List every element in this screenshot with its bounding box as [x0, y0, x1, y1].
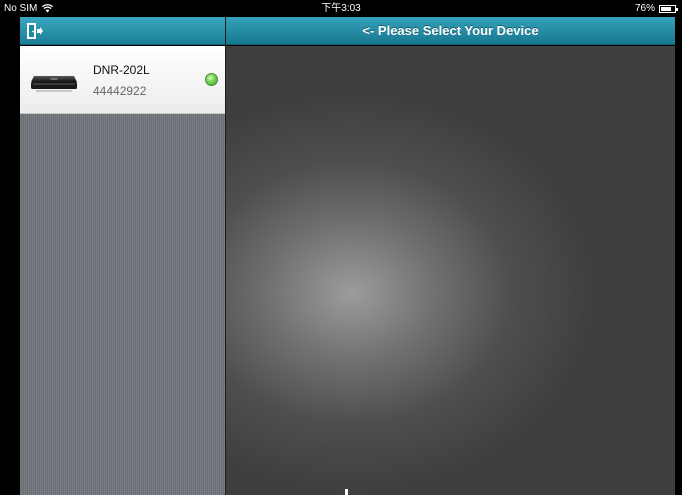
- nvr-device-icon: [31, 76, 77, 92]
- status-time: 下午3:03: [321, 3, 361, 14]
- status-bar: No SIM 下午3:03 76%: [0, 0, 682, 17]
- battery-percent: 76%: [634, 3, 655, 14]
- home-indicator: [345, 489, 348, 495]
- status-right: 76%: [634, 0, 678, 17]
- page-title: <- Please Select Your Device: [362, 23, 539, 38]
- sidebar-nav-bar: [20, 17, 225, 45]
- device-list-item[interactable]: DNR-202L 44442922: [20, 46, 225, 114]
- online-status-icon: [205, 73, 218, 86]
- main-nav-bar: <- Please Select Your Device: [226, 17, 675, 45]
- main-content-area: [226, 46, 675, 495]
- device-name: DNR-202L: [93, 63, 150, 77]
- battery-icon: [659, 4, 678, 13]
- right-letterbox: [675, 17, 682, 495]
- battery-level-fill: [661, 6, 671, 11]
- left-letterbox: [0, 17, 20, 495]
- device-serial: 44442922: [93, 84, 147, 98]
- device-list-sidebar: DNR-202L 44442922: [20, 46, 225, 495]
- exit-door-icon[interactable]: [26, 22, 44, 40]
